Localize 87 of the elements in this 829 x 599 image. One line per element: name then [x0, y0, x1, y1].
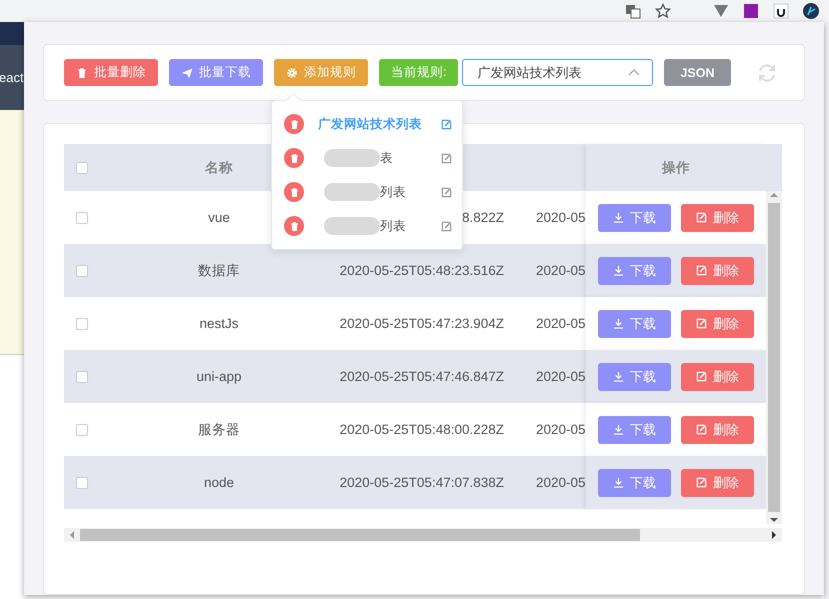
download-icon: [613, 371, 624, 382]
table-cell: 数据库: [198, 262, 240, 278]
extension-icon[interactable]: [803, 3, 819, 19]
extension-icon[interactable]: [743, 3, 759, 19]
rule-item[interactable]: 表: [380, 150, 393, 166]
table-cell: 2020-05: [536, 263, 586, 278]
row-checkbox[interactable]: [76, 476, 88, 488]
delete-button[interactable]: 批量删除: [64, 59, 158, 86]
json-button[interactable]: JSON: [664, 59, 731, 86]
star-icon[interactable]: [655, 3, 671, 19]
delete-button[interactable]: 删除: [681, 362, 754, 390]
delete-rule-button[interactable]: [284, 148, 304, 168]
delete-rule-button[interactable]: [284, 114, 304, 134]
download-button[interactable]: 下载: [598, 362, 671, 390]
scroll-down-icon[interactable]: [770, 516, 778, 524]
table-cell: 2020-05: [536, 316, 586, 331]
table-cell: 2020-05-25T05:47:23.904Z: [340, 316, 504, 331]
table-cell: 2020-05: [536, 210, 586, 225]
extension-icon[interactable]: [773, 3, 789, 19]
download-button[interactable]: 批量下载: [169, 59, 263, 86]
column-header: 操作: [662, 158, 690, 176]
download-button[interactable]: 下载: [598, 256, 671, 284]
table-cell: 2020-05-25T05:47:07.838Z: [340, 475, 504, 490]
delete-button[interactable]: 删除: [681, 204, 754, 232]
delete-button[interactable]: 删除: [681, 468, 754, 496]
row-checkbox[interactable]: [76, 370, 88, 382]
table-cell: vue: [208, 210, 230, 225]
table-cell: 服务器: [198, 422, 240, 436]
edit-icon[interactable]: [441, 152, 452, 164]
horizontal-scrollbar[interactable]: [64, 528, 782, 542]
current-rule-label: 当前规则:: [379, 59, 458, 86]
edit-icon: [696, 212, 707, 223]
download-icon: [613, 318, 624, 329]
delete-button[interactable]: 删除: [681, 256, 754, 284]
table-cell: 2020-05: [536, 475, 586, 490]
rule-item[interactable]: 列表: [380, 218, 406, 234]
select-all-checkbox[interactable]: [76, 162, 88, 174]
row-checkbox[interactable]: [76, 212, 88, 224]
download-button[interactable]: 下载: [598, 416, 671, 444]
download-icon: [613, 212, 624, 223]
table-cell: 2020-05-25T05:48:23.516Z: [340, 263, 504, 278]
trash-icon: [76, 66, 88, 78]
download-icon: [613, 477, 624, 488]
edit-icon: [696, 265, 707, 276]
download-icon: [613, 265, 624, 276]
trash-icon: [288, 118, 300, 130]
edit-icon[interactable]: [441, 186, 452, 198]
rule-item[interactable]: 广发网站技术列表: [318, 116, 422, 132]
delete-rule-button[interactable]: [284, 182, 304, 202]
scroll-left-icon[interactable]: [68, 531, 76, 539]
row-checkbox[interactable]: [76, 264, 88, 276]
download-button[interactable]: 下载: [598, 310, 671, 338]
delete-button[interactable]: 删除: [681, 310, 754, 338]
vertical-scrollbar[interactable]: [766, 191, 782, 524]
download-button[interactable]: 下载: [598, 204, 671, 232]
add-button[interactable]: 添加规则: [274, 59, 368, 86]
table-cell: node: [204, 475, 234, 490]
table-cell: nestJs: [199, 316, 239, 331]
trash-icon: [288, 220, 300, 232]
translate-icon[interactable]: [625, 3, 641, 19]
table-cell: 2020-05: [536, 422, 586, 437]
gear-icon: [286, 66, 298, 78]
download-icon: [613, 424, 624, 435]
table-cell: 2020-05-25T05:48:00.228Z: [340, 422, 504, 437]
edit-icon: [696, 424, 707, 435]
scroll-right-icon[interactable]: [770, 531, 778, 539]
row-checkbox[interactable]: [76, 424, 88, 436]
background-page-header: [0, 22, 24, 45]
rule-item[interactable]: 列表: [380, 184, 406, 200]
edit-icon[interactable]: [441, 220, 452, 232]
edit-icon: [696, 318, 707, 329]
delete-rule-button[interactable]: [284, 216, 304, 236]
delete-button[interactable]: 删除: [681, 416, 754, 444]
edit-icon: [696, 477, 707, 488]
download-button[interactable]: 下载: [598, 468, 671, 496]
row-checkbox[interactable]: [76, 318, 88, 330]
column-header: 名称: [205, 160, 233, 174]
trash-icon: [288, 186, 300, 198]
edit-icon: [696, 371, 707, 382]
table-cell: uni-app: [196, 369, 242, 384]
edit-icon[interactable]: [441, 118, 452, 130]
table-cell: 2020-05: [536, 369, 586, 384]
rule-select[interactable]: 广发网站技术列表: [462, 59, 654, 86]
trash-icon: [288, 152, 300, 164]
table-cell: 8.822Z: [462, 210, 504, 225]
paper-plane-icon: [181, 66, 193, 78]
table-cell: 2020-05-25T05:47:46.847Z: [340, 369, 504, 384]
